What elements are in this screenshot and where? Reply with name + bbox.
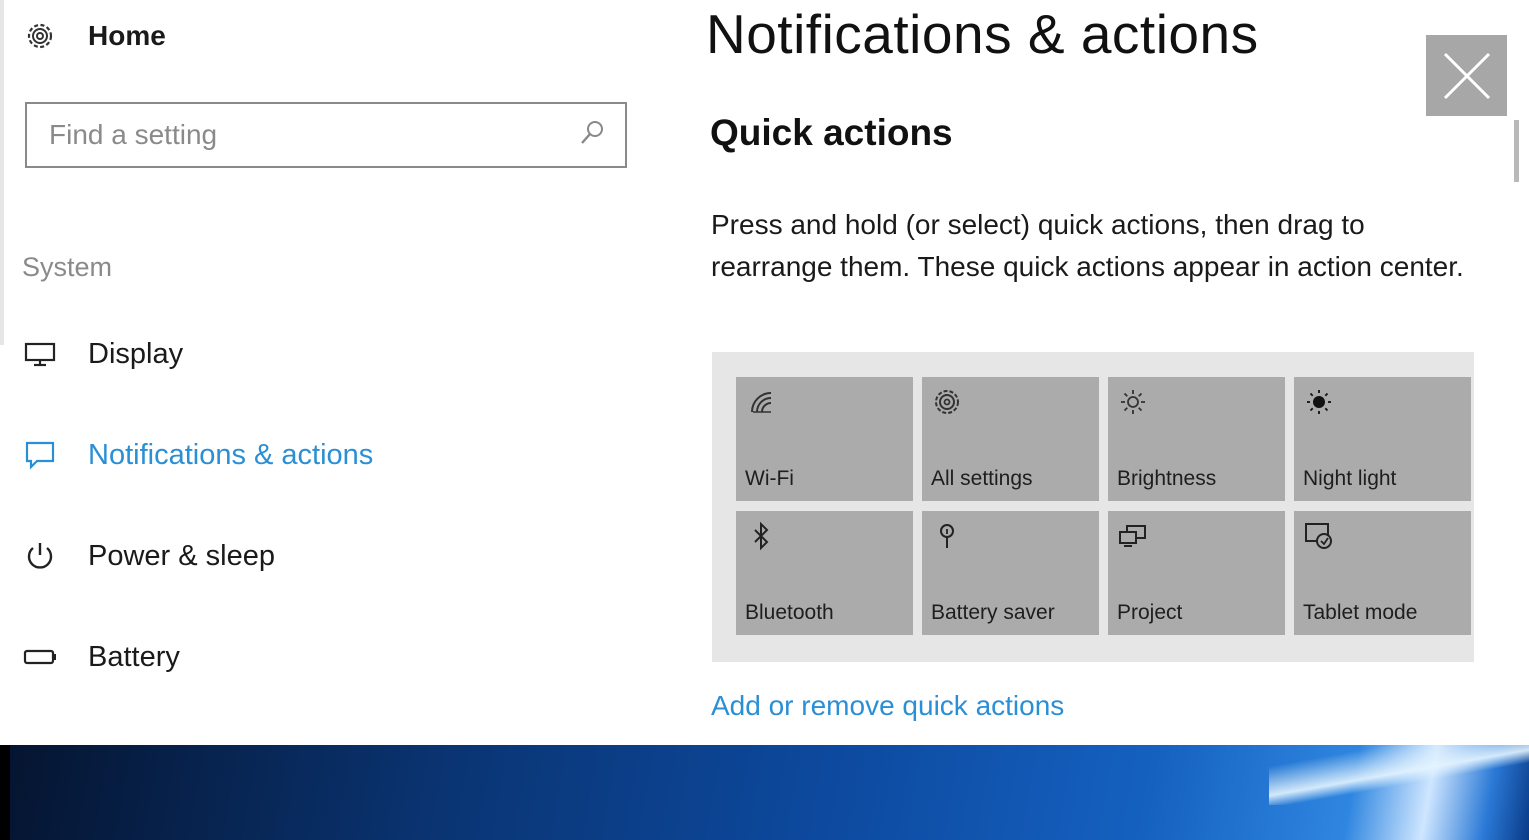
- desktop-light-beam: [1269, 745, 1529, 805]
- home-label: Home: [88, 20, 166, 51]
- quick-action-night-light[interactable]: Night light: [1294, 377, 1471, 501]
- sidebar-item-notifications[interactable]: Notifications & actions: [22, 433, 373, 477]
- tile-label: Bluetooth: [745, 601, 834, 624]
- quick-action-tablet-mode[interactable]: Tablet mode: [1294, 511, 1471, 635]
- quick-action-bluetooth[interactable]: Bluetooth: [736, 511, 913, 635]
- sidebar-item-label: Display: [88, 337, 184, 370]
- home-nav-item[interactable]: Home: [22, 14, 166, 58]
- gear-icon: [930, 385, 964, 419]
- add-remove-quick-actions-link[interactable]: Add or remove quick actions: [711, 690, 1064, 722]
- quick-action-brightness[interactable]: Brightness: [1108, 377, 1285, 501]
- sidebar: Home System Display Notifications & acti…: [0, 0, 660, 745]
- settings-window: Home System Display Notifications & acti…: [0, 0, 1529, 745]
- tile-label: All settings: [931, 467, 1033, 490]
- sidebar-item-label: Power & sleep: [88, 539, 275, 572]
- battery-icon: [22, 639, 58, 675]
- sidebar-item-power-sleep[interactable]: Power & sleep: [22, 534, 275, 578]
- quick-actions-description: Press and hold (or select) quick actions…: [711, 209, 1464, 282]
- sidebar-item-label: Notifications & actions: [88, 438, 374, 471]
- sun-icon: [1116, 385, 1150, 419]
- tile-label: Wi-Fi: [745, 467, 794, 490]
- search-input[interactable]: [49, 119, 577, 151]
- message-icon: [22, 437, 58, 473]
- tile-label: Project: [1117, 601, 1183, 624]
- close-icon: [1443, 52, 1490, 99]
- battery-saver-icon: [930, 519, 964, 553]
- sidebar-item-label: Battery: [88, 640, 180, 673]
- tablet-mode-icon: [1302, 519, 1336, 553]
- night-light-icon: [1302, 385, 1336, 419]
- bluetooth-icon: [744, 519, 778, 553]
- close-button[interactable]: [1426, 35, 1507, 116]
- tile-label: Battery saver: [931, 601, 1055, 624]
- page-title: Notifications & actions: [706, 3, 1259, 65]
- section-label-system: System: [22, 252, 113, 282]
- monitor-icon: [22, 336, 58, 372]
- quick-actions-panel: Wi-Fi All settings Brightness Night ligh…: [712, 352, 1474, 662]
- quick-action-battery-saver[interactable]: Battery saver: [922, 511, 1099, 635]
- search-icon[interactable]: [577, 118, 607, 153]
- sidebar-item-display[interactable]: Display: [22, 332, 183, 376]
- section-title-quick-actions: Quick actions: [710, 112, 953, 153]
- quick-actions-grid: Wi-Fi All settings Brightness Night ligh…: [736, 377, 1471, 635]
- search-box[interactable]: [25, 102, 627, 168]
- power-icon: [22, 538, 58, 574]
- tile-label: Tablet mode: [1303, 601, 1418, 624]
- project-icon: [1116, 519, 1150, 553]
- tile-label: Brightness: [1117, 467, 1217, 490]
- scrollbar[interactable]: [1514, 120, 1519, 182]
- quick-action-project[interactable]: Project: [1108, 511, 1285, 635]
- gear-icon: [22, 18, 58, 54]
- screen-edge: [0, 745, 10, 840]
- desktop-background: [0, 745, 1529, 840]
- main-content: Notifications & actions Quick actions Pr…: [660, 0, 1529, 745]
- quick-action-wifi[interactable]: Wi-Fi: [736, 377, 913, 501]
- tile-label: Night light: [1303, 467, 1397, 490]
- sidebar-item-battery[interactable]: Battery: [22, 635, 180, 679]
- quick-action-all-settings[interactable]: All settings: [922, 377, 1099, 501]
- wifi-icon: [744, 385, 778, 419]
